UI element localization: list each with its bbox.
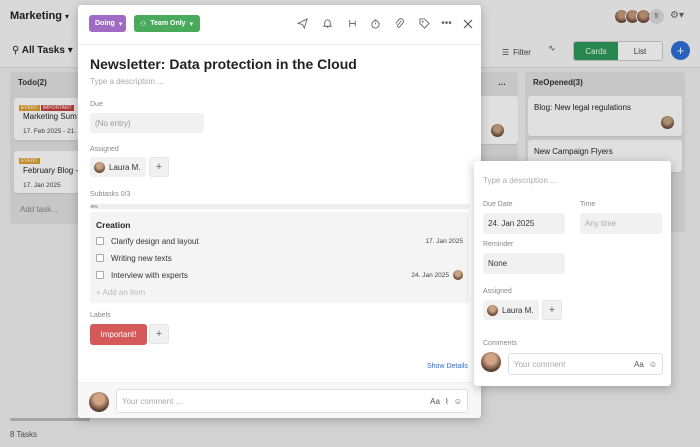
time-field[interactable]: Any time (580, 213, 662, 234)
subtask-text: Clarify design and layout (111, 236, 199, 246)
subtask-checkbox[interactable] (96, 237, 104, 245)
subtask-row[interactable]: Clarify design and layout 17. Jan 2025 (96, 234, 463, 248)
labels-label: Labels (90, 312, 111, 319)
paperclip-icon[interactable]: ⌇ (445, 397, 449, 406)
subtask-checkbox[interactable] (96, 254, 104, 262)
tag-icon[interactable] (418, 17, 431, 30)
task-title[interactable]: Newsletter: Data protection in the Cloud (90, 56, 357, 72)
subtask-progress-bar (90, 204, 469, 209)
details-assigned-label: Assigned (483, 288, 512, 295)
add-label-button[interactable]: + (149, 324, 169, 344)
add-subtask[interactable]: + Add an item (96, 288, 145, 297)
subtask-group: Creation Clarify design and layout 17. J… (90, 212, 469, 303)
close-icon[interactable] (461, 17, 474, 30)
avatar (94, 161, 105, 173)
due-date-field[interactable]: 24. Jan 2025 (483, 213, 565, 234)
subtask-row[interactable]: Writing new texts (96, 251, 463, 265)
assignee-chip[interactable]: Laura M. (90, 157, 146, 177)
comments-label: Comments (483, 340, 517, 347)
subtasks-label: Subtasks 0/3 (90, 191, 131, 198)
team-icon: ⚇ (140, 20, 147, 28)
details-assignee-chip[interactable]: Laura M. (483, 300, 539, 320)
assignee-name: Laura M. (502, 305, 534, 315)
details-comment-input[interactable]: Your comment Aa ☺ (508, 353, 663, 375)
subtask-group-title[interactable]: Creation (96, 220, 130, 230)
send-icon[interactable] (296, 17, 309, 30)
timer-icon[interactable] (369, 17, 382, 30)
subtask-checkbox[interactable] (96, 271, 104, 279)
format-text-icon[interactable]: Aa (430, 397, 440, 406)
subtask-row[interactable]: Interview with experts 24. Jan 2025 (96, 268, 463, 282)
time-label: Time (580, 201, 596, 208)
comment-tools: Aa ⌇ ☺ (430, 390, 462, 412)
subtask-text: Writing new texts (111, 253, 172, 263)
format-text-icon[interactable]: Aa (634, 360, 644, 369)
due-date-label: Due Date (483, 201, 513, 208)
chevron-down-icon: ▾ (189, 20, 194, 28)
visibility-dropdown[interactable]: ⚇ Team Only ▾ (134, 15, 200, 32)
progress-text: 0% (91, 204, 98, 209)
avatar (453, 270, 463, 280)
paperclip-icon[interactable] (393, 17, 406, 30)
emoji-icon[interactable]: ☺ (454, 397, 462, 406)
label-important[interactable]: Important! (90, 324, 147, 345)
subtask-date: 24. Jan 2025 (411, 271, 449, 279)
more-icon[interactable]: ••• (440, 17, 453, 30)
comment-bar: Your comment ... Aa ⌇ ☺ (78, 382, 481, 418)
status-dropdown[interactable]: Doing ▾ (89, 15, 126, 32)
assignee-name: Laura M. (109, 162, 141, 172)
avatar (481, 352, 501, 372)
assigned-label: Assigned (90, 146, 119, 153)
details-description-input[interactable]: Type a description ... (483, 176, 557, 185)
comment-input[interactable]: Your comment ... Aa ⌇ ☺ (116, 389, 468, 413)
show-details-link[interactable]: Show Details (427, 363, 468, 370)
reminder-label: Reminder (483, 241, 514, 248)
modal-header: Doing ▾ ⚇ Team Only ▾ ••• (78, 5, 481, 45)
workflow-icon[interactable] (346, 17, 359, 30)
due-label: Due (90, 101, 103, 108)
comment-tools: Aa ☺ (634, 354, 657, 374)
avatar (487, 304, 498, 316)
add-assignee-button[interactable]: + (149, 157, 169, 177)
details-panel: Type a description ... Due Date 24. Jan … (474, 161, 671, 386)
reminder-field[interactable]: None (483, 253, 565, 274)
details-add-assignee-button[interactable]: + (542, 300, 562, 320)
avatar (89, 392, 109, 412)
emoji-icon[interactable]: ☺ (649, 360, 657, 369)
bell-icon[interactable] (321, 17, 334, 30)
chevron-down-icon: ▾ (118, 20, 123, 28)
due-field[interactable]: (No entry) (90, 113, 204, 133)
description-input[interactable]: Type a description ... (90, 77, 164, 86)
subtask-date: 17. Jan 2025 (425, 237, 463, 245)
subtask-text: Interview with experts (111, 270, 188, 280)
task-modal: Doing ▾ ⚇ Team Only ▾ ••• Newsletter: Data … (78, 5, 481, 418)
